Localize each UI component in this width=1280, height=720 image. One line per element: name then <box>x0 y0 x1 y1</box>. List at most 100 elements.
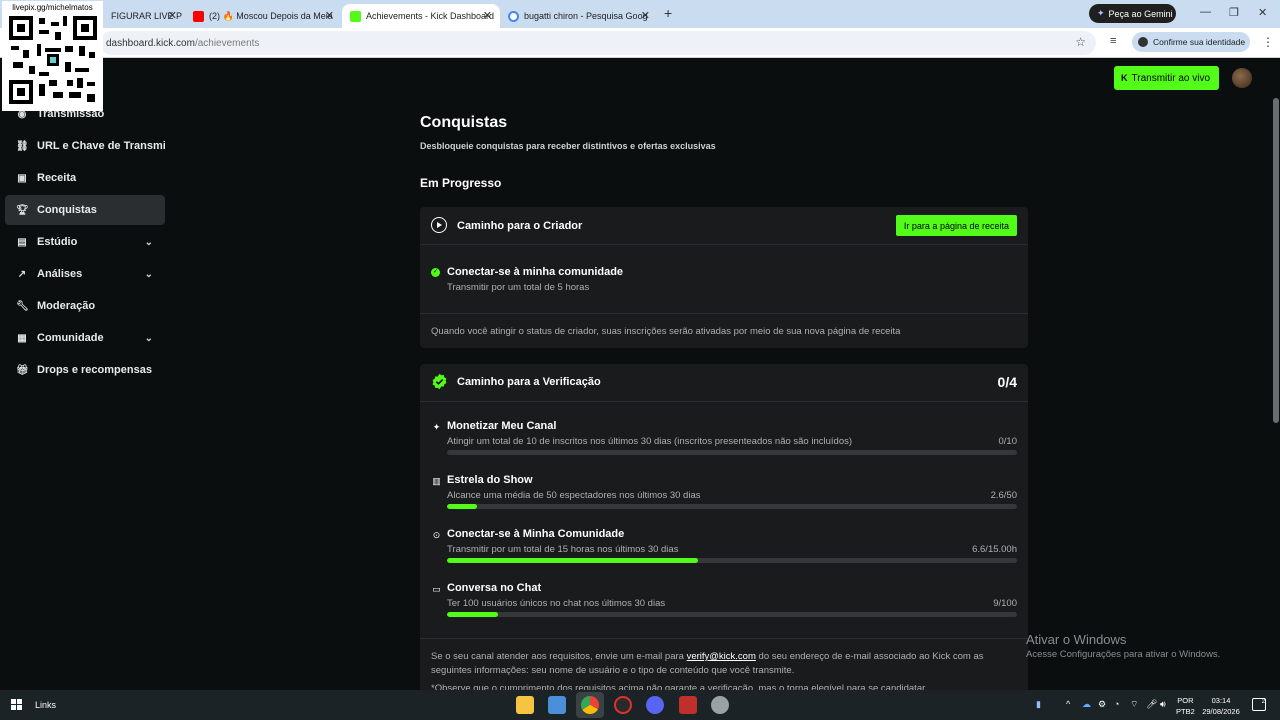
bookmark-star-icon[interactable]: ☆ <box>1075 35 1086 49</box>
requirement-conectar: ⊙ Conectar-se à Minha Comunidade Transmi… <box>420 528 1028 582</box>
wrench-icon: 🔧︎ <box>16 300 29 312</box>
gift-icon: 🎁︎ <box>16 364 29 376</box>
file-explorer-icon[interactable] <box>516 696 534 714</box>
wifi-icon[interactable]: ⌔ <box>1130 699 1138 710</box>
gemini-button[interactable]: ✦ Peça ao Gemini <box>1089 4 1176 23</box>
creator-card-title: Caminho para o Criador <box>457 220 583 232</box>
browser-menu-icon[interactable]: ⋮ <box>1262 35 1274 49</box>
requirement-desc: Transmitir por um total de 15 horas nos … <box>447 544 679 555</box>
obs-icon[interactable] <box>614 696 632 714</box>
sidebar-item-comunidade[interactable]: ▦ Comunidade ⌄ <box>5 323 165 353</box>
tab-label: Achievements - Kick Dashboard <box>366 11 495 21</box>
restore-icon[interactable]: ❐ <box>1229 6 1239 19</box>
kick-logo-icon: K <box>1121 73 1128 83</box>
chevron-up-icon[interactable]: ^ <box>1066 699 1070 709</box>
tab-youtube[interactable]: (2) 🔥 Moscou Depois da Meia ✕ <box>185 4 342 28</box>
verification-instructions: Se o seu canal atender aos requisitos, e… <box>431 650 1021 678</box>
cloud-icon[interactable]: ☁ <box>1082 699 1091 710</box>
divider <box>420 638 1028 639</box>
viewers-icon: ▥ <box>432 476 441 486</box>
windows-start-icon[interactable] <box>11 699 22 710</box>
sidebar-item-label: URL e Chave de Transmissão <box>37 140 165 152</box>
sidebar-item-url-chave[interactable]: ⛓ URL e Chave de Transmissão <box>5 131 165 161</box>
confirm-identity-button[interactable]: Confirme sua identidade <box>1132 32 1250 52</box>
qr-code-icon <box>9 16 97 104</box>
close-window-icon[interactable]: ✕ <box>1258 6 1267 19</box>
progress-fill <box>447 612 499 617</box>
chrome-icon <box>581 696 599 714</box>
scrollbar[interactable] <box>1273 98 1279 423</box>
user-avatar[interactable] <box>1232 68 1252 88</box>
notification-count: 2 <box>1261 699 1265 705</box>
minimize-icon[interactable]: — <box>1200 6 1211 18</box>
requirement-estrela: ▥ Estrela do Show Alcance uma média de 5… <box>420 474 1028 528</box>
url-path: /achievements <box>194 37 260 49</box>
requirement-chat: ▭ Conversa no Chat Ter 100 usuários únic… <box>420 582 1028 636</box>
tab-label: (2) 🔥 Moscou Depois da Meia <box>209 10 333 21</box>
check-icon: ✓ <box>431 268 440 277</box>
taskbar-links[interactable]: Links <box>35 700 56 710</box>
close-icon[interactable]: ✕ <box>168 9 177 22</box>
requirement-monetizar: ✦ Monetizar Meu Canal Atingir um total d… <box>420 420 1028 474</box>
requirement-title: Conectar-se à Minha Comunidade <box>447 528 625 540</box>
new-tab-icon[interactable]: + <box>664 5 672 21</box>
language-code: POR <box>1177 696 1194 705</box>
sidebar-item-receita[interactable]: ▣ Receita <box>5 163 165 193</box>
requirement-desc: Ter 100 usuários únicos no chat nos últi… <box>447 598 666 609</box>
network-icon[interactable]: ◔ <box>1114 699 1119 709</box>
windows-taskbar: Links ▮ ^ ☁ ⚙ ◔ ⌔ 🎤︎ 🔊︎ POR PTB2 03:14 2… <box>0 690 1280 720</box>
language-indicator[interactable]: POR PTB2 <box>1176 695 1195 717</box>
watermark-subtitle: Acesse Configurações para ativar o Windo… <box>1026 649 1221 660</box>
chat-icon: ▭ <box>432 584 441 594</box>
progress-bar <box>447 612 1017 617</box>
browser-tabbar: FIGURAR LIVE P ✕ (2) 🔥 Moscou Depois da … <box>0 0 1280 28</box>
sidebar-item-analises[interactable]: ↗ Análises ⌄ <box>5 259 165 289</box>
progress-bar <box>447 504 1017 509</box>
close-icon[interactable]: ✕ <box>483 9 492 22</box>
creator-task-title: Conectar-se à minha comunidade <box>447 266 624 278</box>
microphone-icon[interactable]: 🎤︎ <box>1146 699 1157 710</box>
sidebar: ◉ Transmissão ⛓ URL e Chave de Transmiss… <box>0 58 170 690</box>
clock-date: 29/08/2026 <box>1202 707 1240 716</box>
revenue-page-button[interactable]: Ir para a página de receita <box>895 215 1017 236</box>
requirement-value: 2.6/50 <box>990 490 1017 501</box>
sidebar-item-estudio[interactable]: ▤ Estúdio ⌄ <box>5 227 165 257</box>
notification-icon[interactable]: 2 <box>1252 698 1266 711</box>
url-host: dashboard.kick.com <box>106 37 195 49</box>
tab-figurar-live[interactable]: FIGURAR LIVE P ✕ <box>103 4 185 28</box>
close-icon[interactable]: ✕ <box>325 9 334 22</box>
media-controls-icon[interactable]: ≡ <box>1110 35 1116 47</box>
sidebar-item-drops[interactable]: 🎁︎ Drops e recompensas <box>5 355 165 385</box>
address-bar: dashboard.kick.com/achievements ☆ <box>0 28 1280 58</box>
tray-icon[interactable]: ▮ <box>1036 699 1041 710</box>
sparkle-icon: ✦ <box>432 422 441 432</box>
tab-achievements[interactable]: Achievements - Kick Dashboard ✕ <box>342 4 500 28</box>
requirement-value: 9/100 <box>993 598 1017 609</box>
qr-label: livepix.gg/michelmatos <box>12 3 93 12</box>
page-title: Conquistas <box>420 114 508 131</box>
play-circle-icon <box>431 217 447 233</box>
requirement-desc: Alcance uma média de 50 espectadores nos… <box>447 490 701 501</box>
sidebar-item-moderacao[interactable]: 🔧︎ Moderação <box>5 291 165 321</box>
sidebar-item-conquistas[interactable]: 🏆︎ Conquistas <box>5 195 165 225</box>
discord-icon[interactable] <box>646 696 664 714</box>
trophy-icon: 🏆︎ <box>16 204 29 216</box>
verify-email-link[interactable]: verify@kick.com <box>687 651 756 662</box>
confirm-identity-label: Confirme sua identidade <box>1153 37 1246 47</box>
sidebar-item-label: Moderação <box>37 300 96 312</box>
speaker-icon[interactable]: 🔊︎ <box>1160 699 1166 710</box>
requirement-title: Estrela do Show <box>447 474 533 486</box>
close-icon[interactable]: ✕ <box>641 9 650 22</box>
verification-card-title: Caminho para a Verificação <box>457 376 601 388</box>
url-field[interactable]: dashboard.kick.com/achievements ☆ <box>100 31 1096 55</box>
app2-icon[interactable] <box>711 696 729 714</box>
settings-tray-icon[interactable]: ⚙ <box>1098 699 1106 710</box>
tab-google-search[interactable]: bugatti chiron - Pesquisa Goog ✕ <box>500 4 658 28</box>
clock[interactable]: 03:14 29/08/2026 <box>1200 695 1242 717</box>
app-icon[interactable] <box>679 696 697 714</box>
creator-path-card: Caminho para o Criador Ir para a página … <box>420 207 1028 348</box>
chrome-taskbar-button[interactable] <box>576 692 604 718</box>
sidebar-item-label: Análises <box>37 268 83 280</box>
go-live-button[interactable]: K Transmitir ao vivo <box>1114 66 1219 90</box>
editor-icon[interactable] <box>548 696 566 714</box>
